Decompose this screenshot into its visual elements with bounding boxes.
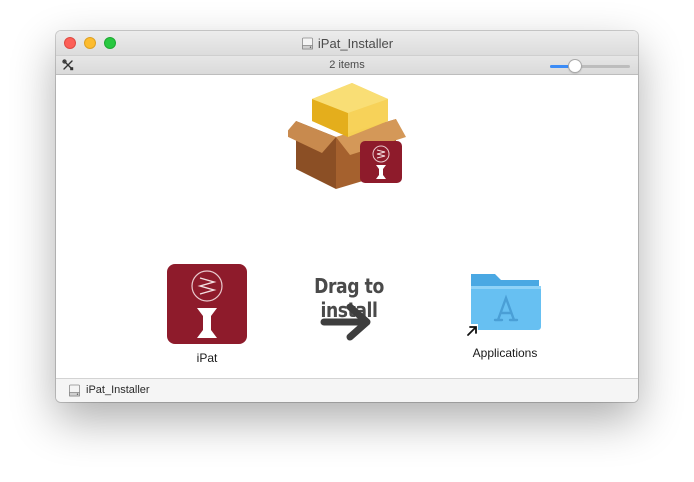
icon-size-slider[interactable] — [550, 59, 630, 73]
dmg-background: iPat Drag to install Applications — [56, 75, 638, 378]
ipat-app-icon[interactable] — [167, 264, 247, 344]
ipat-label: iPat — [196, 351, 218, 365]
status-bar: 2 items — [56, 55, 638, 75]
path-item-label[interactable]: iPat_Installer — [86, 384, 150, 396]
disk-image-icon[interactable] — [68, 384, 81, 397]
ipat-app-item[interactable]: iPat — [159, 264, 255, 365]
window-title-text: iPat_Installer — [317, 35, 394, 51]
slider-thumb[interactable] — [569, 60, 581, 72]
close-button[interactable] — [64, 37, 76, 49]
applications-label: Applications — [472, 346, 538, 360]
minimize-button[interactable] — [84, 37, 96, 49]
window-title: iPat_Installer — [56, 31, 638, 55]
finder-window: iPat_Installer 2 items iPat Drag to inst… — [56, 31, 638, 402]
package-box-icon — [288, 83, 406, 189]
zoom-button[interactable] — [104, 37, 116, 49]
right-arrow-icon — [320, 303, 371, 341]
title-bar[interactable]: iPat_Installer — [56, 31, 638, 55]
disk-image-icon — [302, 37, 313, 49]
applications-folder-icon[interactable] — [465, 268, 545, 340]
path-bar: iPat_Installer — [56, 378, 638, 402]
applications-folder-item[interactable]: Applications — [445, 268, 565, 360]
